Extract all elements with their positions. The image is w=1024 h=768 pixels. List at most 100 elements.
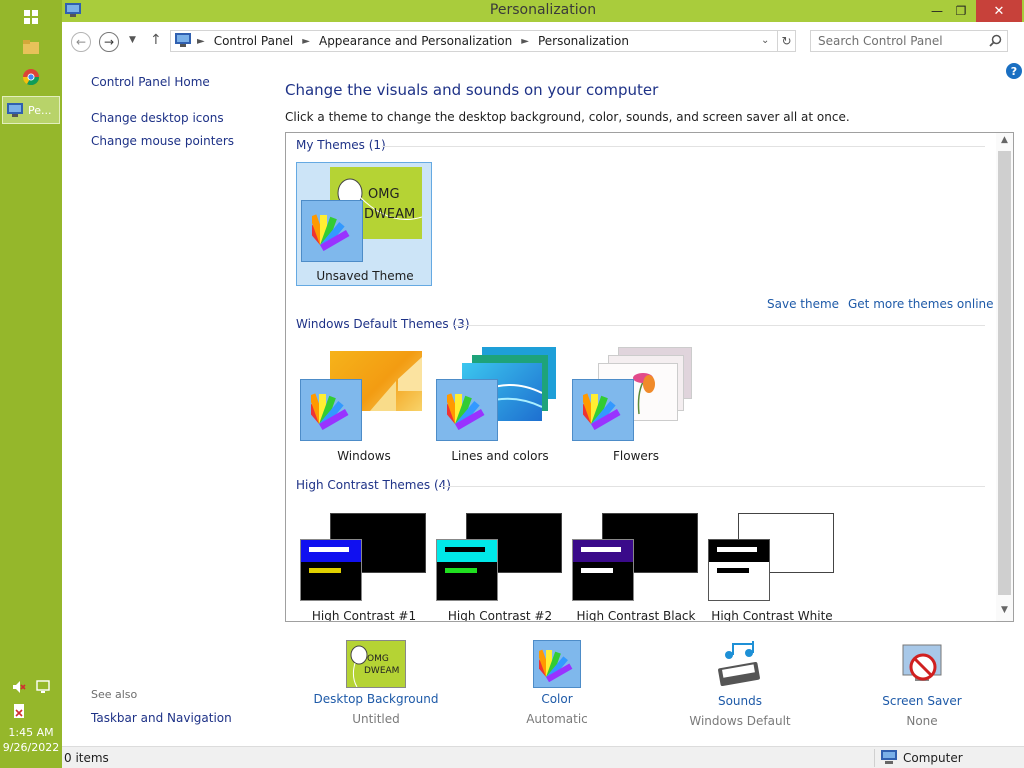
- tile-label[interactable]: Screen Saver: [847, 694, 997, 708]
- clock[interactable]: 1:45 AM 9/26/2022: [0, 726, 62, 754]
- theme-flowers[interactable]: Flowers: [568, 343, 704, 467]
- network-icon[interactable]: [36, 680, 50, 697]
- theme-lines-and-colors[interactable]: Lines and colors: [432, 343, 568, 467]
- status-bar: 0 items Computer: [62, 746, 1024, 768]
- refresh-icon[interactable]: ↻: [777, 31, 795, 51]
- tile-label[interactable]: Color: [482, 692, 632, 706]
- taskbar: Pe... 1:45 AM 9/26/2022: [0, 0, 62, 768]
- screen-saver-icon: [892, 640, 952, 690]
- start-button[interactable]: [0, 2, 62, 32]
- theme-name: High Contrast Black: [576, 609, 696, 622]
- desktop-background-icon: OMG DWEAM: [346, 640, 406, 688]
- theme-list-scrollbar[interactable]: ▲ ▼: [996, 133, 1013, 621]
- tile-value: None: [906, 714, 938, 728]
- sounds-tile[interactable]: Sounds Windows Default: [665, 640, 815, 728]
- search-icon[interactable]: [989, 34, 1002, 50]
- close-button[interactable]: ✕: [976, 0, 1022, 22]
- forward-button[interactable]: →: [99, 32, 119, 52]
- theme-list: My Themes (1) OMG DWEAM Unsaved Theme Sa…: [285, 132, 1014, 622]
- page-title: Change the visuals and sounds on your co…: [285, 81, 659, 99]
- navigation-bar: ← → ▼ ↑ ► Control Panel ► Appearance and…: [62, 22, 1024, 60]
- default-themes-header: Windows Default Themes (3): [296, 317, 470, 331]
- get-more-themes-link[interactable]: Get more themes online: [848, 297, 994, 311]
- tile-value: Windows Default: [689, 714, 791, 728]
- theme-high-contrast-black[interactable]: High Contrast Black: [568, 505, 704, 622]
- color-palette-icon: [533, 640, 581, 688]
- theme-unsaved[interactable]: OMG DWEAM Unsaved Theme: [296, 162, 432, 286]
- high-contrast-header: High Contrast Themes (4): [296, 478, 451, 492]
- tile-label[interactable]: Desktop Background: [301, 692, 451, 706]
- folder-icon: [23, 40, 39, 54]
- high-contrast-preview: [708, 539, 770, 601]
- file-explorer-button[interactable]: [0, 32, 62, 62]
- breadcrumb-separator-icon: ►: [302, 35, 310, 47]
- desktop-background-tile[interactable]: OMG DWEAM Desktop Background Untitled: [301, 640, 451, 726]
- tile-bg-text-1: OMG: [367, 654, 389, 664]
- control-panel-home-link[interactable]: Control Panel Home: [91, 75, 210, 89]
- search-placeholder: Search Control Panel: [818, 34, 943, 48]
- address-dropdown-icon[interactable]: ⌄: [761, 35, 769, 46]
- theme-name: Unsaved Theme: [316, 269, 414, 283]
- tile-value: Automatic: [526, 712, 588, 726]
- bg-text-1: OMG: [368, 187, 400, 202]
- theme-windows[interactable]: Windows: [296, 343, 432, 467]
- computer-icon: [881, 749, 897, 767]
- theme-high-contrast-white[interactable]: High Contrast White: [704, 505, 840, 622]
- help-icon[interactable]: ?: [1006, 63, 1022, 79]
- theme-name: High Contrast White: [711, 609, 833, 622]
- back-arrow-icon: ←: [75, 35, 87, 49]
- up-arrow-icon[interactable]: ↑: [150, 32, 162, 48]
- volume-muted-icon[interactable]: [12, 680, 26, 697]
- theme-name: High Contrast #2: [447, 609, 553, 622]
- address-bar[interactable]: ► Control Panel ► Appearance and Persona…: [170, 30, 796, 52]
- change-desktop-icons-link[interactable]: Change desktop icons: [91, 111, 224, 125]
- clock-date: 9/26/2022: [2, 741, 60, 754]
- clock-time: 1:45 AM: [8, 726, 54, 739]
- windows-logo-icon: [24, 10, 38, 24]
- breadcrumb-separator-icon: ►: [521, 35, 529, 47]
- window-title: Personalization: [489, 2, 597, 18]
- action-center-icon[interactable]: [12, 704, 26, 721]
- tile-label[interactable]: Sounds: [665, 694, 815, 708]
- color-tile[interactable]: Color Automatic: [482, 640, 632, 726]
- sounds-icon: [710, 640, 770, 690]
- recent-locations-chevron-icon[interactable]: ▼: [129, 35, 136, 45]
- breadcrumb-personalization[interactable]: Personalization: [538, 34, 629, 48]
- theme-high-contrast-2[interactable]: High Contrast #2: [432, 505, 568, 622]
- section-divider: [454, 325, 985, 326]
- breadcrumb-appearance[interactable]: Appearance and Personalization: [319, 34, 512, 48]
- restore-button[interactable]: ❐: [948, 0, 974, 22]
- back-button[interactable]: ←: [71, 32, 91, 52]
- breadcrumb-control-panel[interactable]: Control Panel: [214, 34, 294, 48]
- location-label: Computer: [903, 751, 963, 765]
- minimize-button[interactable]: —: [924, 0, 950, 22]
- high-contrast-preview: [436, 539, 498, 601]
- page-description: Click a theme to change the desktop back…: [285, 110, 850, 124]
- breadcrumb-separator-icon: ►: [197, 35, 205, 47]
- search-input[interactable]: Search Control Panel: [810, 30, 1008, 52]
- color-palette-icon: [436, 379, 498, 441]
- scroll-down-icon[interactable]: ▼: [996, 605, 1013, 615]
- title-bar[interactable]: Personalization — ❐ ✕: [62, 0, 1024, 22]
- scroll-up-icon[interactable]: ▲: [996, 135, 1013, 145]
- my-themes-header: My Themes (1): [296, 138, 386, 152]
- change-mouse-pointers-link[interactable]: Change mouse pointers: [91, 134, 234, 148]
- section-divider: [441, 486, 985, 487]
- scrollbar-thumb[interactable]: [998, 151, 1011, 595]
- tile-value: Untitled: [352, 712, 400, 726]
- status-location: Computer: [874, 749, 1024, 767]
- taskbar-personalization-button[interactable]: Pe...: [2, 96, 60, 124]
- personalization-icon: [7, 103, 23, 117]
- see-also-heading: See also: [91, 688, 138, 701]
- theme-name: High Contrast #1: [311, 609, 417, 622]
- color-palette-icon: [572, 379, 634, 441]
- taskbar-navigation-link[interactable]: Taskbar and Navigation: [91, 711, 232, 725]
- theme-high-contrast-1[interactable]: High Contrast #1: [296, 505, 432, 622]
- chrome-icon: [23, 69, 39, 85]
- chrome-button[interactable]: [0, 62, 62, 92]
- color-palette-icon: [300, 379, 362, 441]
- theme-name: Lines and colors: [451, 449, 549, 463]
- save-theme-link[interactable]: Save theme: [767, 297, 839, 311]
- screen-saver-tile[interactable]: Screen Saver None: [847, 640, 997, 728]
- color-palette-icon: [301, 200, 363, 262]
